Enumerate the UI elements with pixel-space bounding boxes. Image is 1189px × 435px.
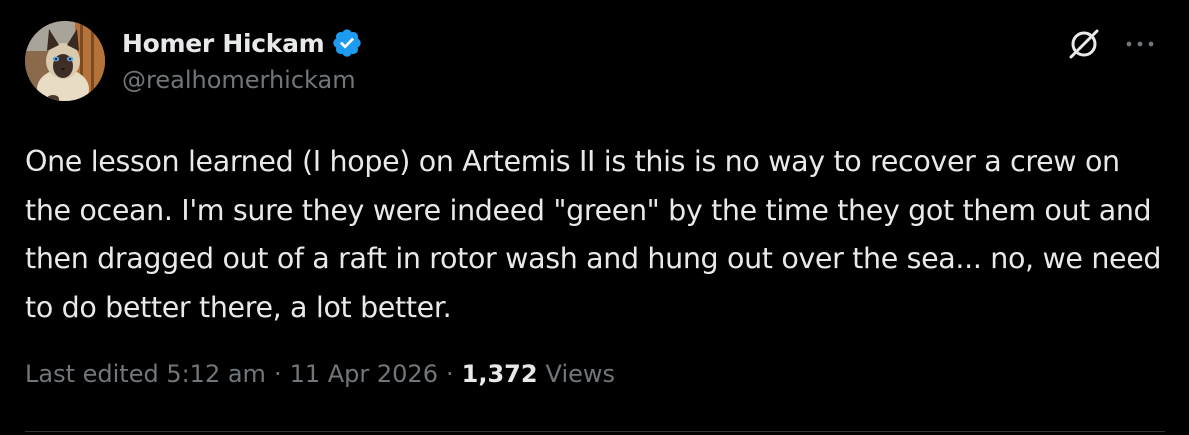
siamese-cat-avatar (25, 21, 105, 101)
meta-separator: · (273, 360, 282, 388)
edited-timestamp-link[interactable]: Last edited 5:12 am (25, 360, 266, 388)
tweet-date[interactable]: 11 Apr 2026 (290, 360, 438, 388)
tweet-meta: Last edited 5:12 am · 11 Apr 2026 · 1,37… (25, 360, 615, 388)
views-count: 1,372 (461, 360, 538, 388)
tweet-text: One lesson learned (I hope) on Artemis I… (25, 145, 1162, 324)
avatar[interactable] (25, 21, 105, 101)
divider (25, 431, 1165, 432)
author-display-name[interactable]: Homer Hickam (122, 29, 325, 58)
more-horizontal-icon (1126, 41, 1154, 47)
more-button[interactable] (1120, 24, 1160, 64)
tweet-container: Homer Hickam @realhomerhickam One lesson… (0, 0, 1189, 435)
author-handle[interactable]: @realhomerhickam (122, 66, 356, 94)
author-name-row: Homer Hickam (122, 26, 363, 60)
grok-button[interactable] (1064, 24, 1104, 64)
grok-icon (1069, 29, 1099, 59)
verified-badge-icon[interactable] (331, 27, 363, 59)
views-label: Views (545, 360, 616, 388)
meta-separator: · (445, 360, 454, 388)
